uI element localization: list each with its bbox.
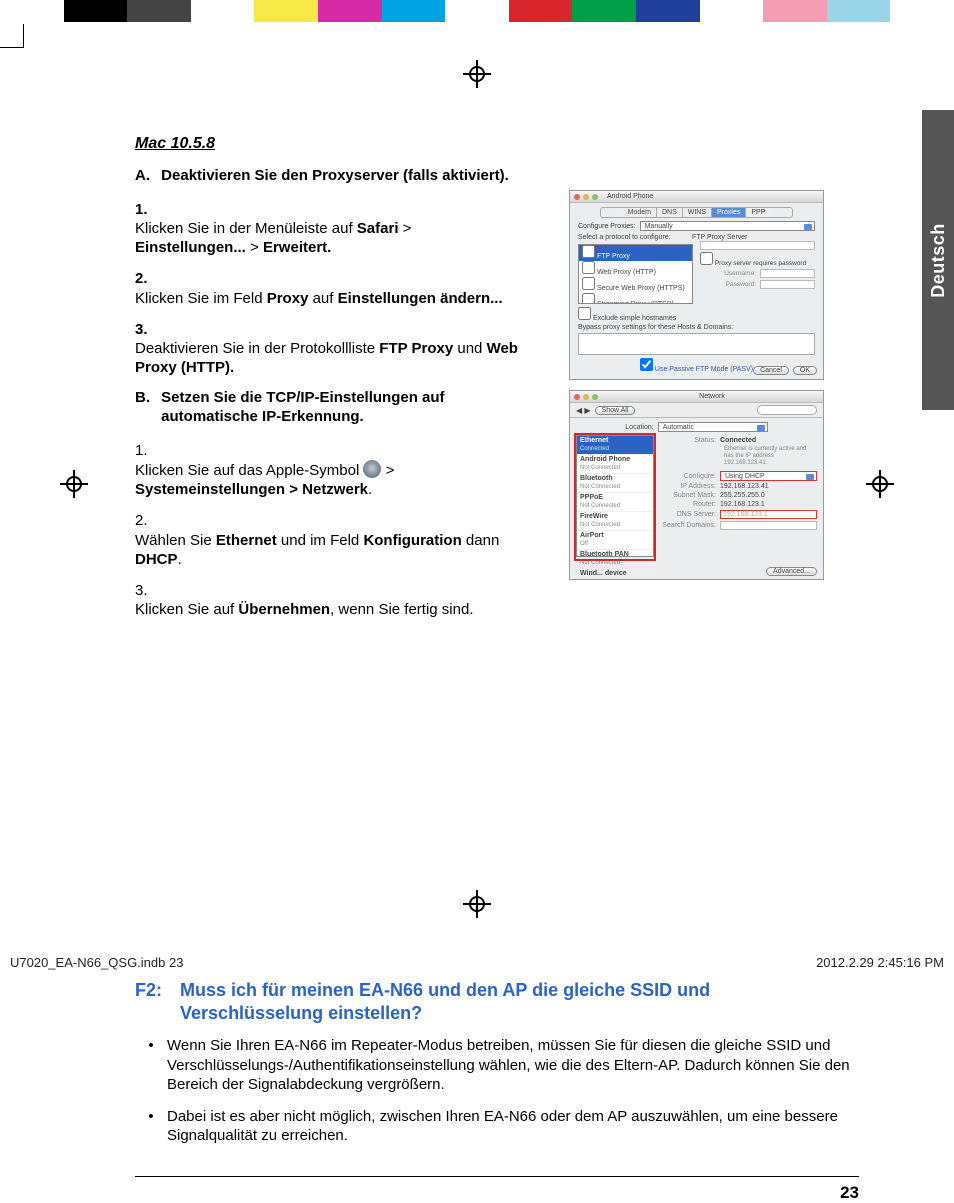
list-a-item-1: 1. Klicken Sie in der Menüleiste auf Saf… xyxy=(135,200,545,258)
tab-ppp[interactable]: PPP xyxy=(746,208,770,217)
faq-section: F2: Muss ich für meinen EA-N66 und den A… xyxy=(135,649,859,1146)
step-b-text: Setzen Sie die TCP/IP-Einstellungen auf … xyxy=(161,389,541,427)
footer-rule xyxy=(135,1176,859,1177)
interface-item[interactable]: Wind... deviceNot Connected xyxy=(577,569,653,580)
list-b-item-3: 3. Klicken Sie auf Übernehmen, wenn Sie … xyxy=(135,581,545,619)
close-icon xyxy=(574,394,580,400)
step-a-label: A. xyxy=(135,167,157,186)
configure-proxies-select[interactable]: Manually xyxy=(640,221,815,231)
language-tab: Deutsch xyxy=(922,110,954,410)
interface-item[interactable]: Android PhoneNot Connected xyxy=(577,455,653,474)
zoom-icon xyxy=(592,194,598,200)
proxy-server-input[interactable] xyxy=(700,241,815,250)
password-input[interactable] xyxy=(760,280,815,289)
interface-item[interactable]: Bluetooth PANNot Connected xyxy=(577,550,653,569)
faq-bullet-1: •Wenn Sie Ihren EA-N66 im Repeater-Modus… xyxy=(135,1036,859,1095)
proxy-password-checkbox[interactable] xyxy=(700,252,713,265)
list-b-item-1: 1. Klicken Sie auf das Apple-Symbol > Sy… xyxy=(135,441,545,500)
bypass-textarea[interactable] xyxy=(578,333,815,355)
interface-list[interactable]: EthernetConnectedAndroid PhoneNot Connec… xyxy=(576,435,654,557)
page-body: Mac 10.5.8 A. Deaktivieren Sie den Proxy… xyxy=(135,135,859,828)
search-domains-input[interactable] xyxy=(720,521,817,530)
language-tab-label: Deutsch xyxy=(928,223,949,298)
advanced-button[interactable]: Advanced... xyxy=(766,567,817,576)
dns-input[interactable]: 192.168.123.1 xyxy=(720,510,817,519)
tabs: ModemDNSWINSProxiesPPP xyxy=(600,207,793,218)
print-color-bar xyxy=(0,0,954,22)
username-input[interactable] xyxy=(760,269,815,278)
protocol-item[interactable]: Web Proxy (HTTP) xyxy=(579,261,692,277)
list-b: 1. Klicken Sie auf das Apple-Symbol > Sy… xyxy=(135,441,545,620)
show-all-button[interactable]: Show All xyxy=(595,406,636,415)
faq-bullet-2: •Dabei ist es aber nicht möglich, zwisch… xyxy=(135,1107,859,1146)
interface-item[interactable]: PPPoENot Connected xyxy=(577,493,653,512)
list-a-item-2: 2. Klicken Sie im Feld Proxy auf Einstel… xyxy=(135,269,545,307)
step-b-heading: B. Setzen Sie die TCP/IP-Einstellungen a… xyxy=(135,389,545,427)
list-a: 1. Klicken Sie in der Menüleiste auf Saf… xyxy=(135,200,545,378)
faq-question: F2: Muss ich für meinen EA-N66 und den A… xyxy=(135,979,859,1024)
cancel-button[interactable]: Cancel xyxy=(753,366,789,375)
interface-item[interactable]: EthernetConnected xyxy=(577,436,653,455)
close-icon xyxy=(574,194,580,200)
list-a-item-3: 3. Deaktivieren Sie in der Protokolllist… xyxy=(135,320,545,378)
configure-select[interactable]: Using DHCP xyxy=(720,471,817,481)
pasv-checkbox[interactable] xyxy=(640,358,653,371)
titlebar: Android Phone xyxy=(570,191,823,203)
step-b-label: B. xyxy=(135,389,157,408)
location-select[interactable]: Automatic xyxy=(658,422,768,432)
page-number: 23 xyxy=(135,1183,859,1203)
apple-icon xyxy=(363,460,381,478)
window-title: Android Phone xyxy=(607,193,653,200)
minimize-icon xyxy=(583,394,589,400)
crop-mark xyxy=(0,24,24,48)
window-title: Network xyxy=(699,393,725,400)
interface-item[interactable]: AirPortOff xyxy=(577,531,653,550)
registration-mark-left xyxy=(60,470,88,498)
section-title: Mac 10.5.8 xyxy=(135,135,859,153)
search-input[interactable] xyxy=(757,405,817,415)
exclude-checkbox[interactable] xyxy=(578,307,591,320)
protocol-list[interactable]: FTP Proxy Web Proxy (HTTP) Secure Web Pr… xyxy=(578,244,693,304)
screenshot-proxies: Android Phone ModemDNSWINSProxiesPPP Con… xyxy=(569,190,824,380)
protocol-item[interactable]: Secure Web Proxy (HTTPS) xyxy=(579,277,692,293)
list-b-item-2: 2. Wählen Sie Ethernet und im Feld Konfi… xyxy=(135,511,545,569)
protocol-item[interactable]: FTP Proxy xyxy=(579,245,692,261)
interface-item[interactable]: FireWireNot Connected xyxy=(577,512,653,531)
ok-button[interactable]: OK xyxy=(793,366,817,375)
footer-left: U7020_EA-N66_QSG.indb 23 xyxy=(10,955,183,970)
interface-item[interactable]: BluetoothNot Connected xyxy=(577,474,653,493)
tab-dns[interactable]: DNS xyxy=(657,208,683,217)
registration-mark-right xyxy=(866,470,894,498)
tab-wins[interactable]: WINS xyxy=(683,208,712,217)
tab-modem[interactable]: Modem xyxy=(623,208,657,217)
tab-proxies[interactable]: Proxies xyxy=(712,208,746,217)
registration-mark-top xyxy=(463,60,491,88)
print-footer: U7020_EA-N66_QSG.indb 23 2012.2.29 2:45:… xyxy=(10,955,944,970)
step-a-heading: A. Deaktivieren Sie den Proxyserver (fal… xyxy=(135,167,545,186)
footer-right: 2012.2.29 2:45:16 PM xyxy=(816,955,944,970)
titlebar: Network xyxy=(570,391,823,403)
minimize-icon xyxy=(583,194,589,200)
protocol-item[interactable]: Streaming Proxy (RTSP) xyxy=(579,293,692,304)
zoom-icon xyxy=(592,394,598,400)
step-a-text: Deaktivieren Sie den Proxyserver (falls … xyxy=(161,167,541,186)
screenshot-network: Network ◀ ▶ Show All Location:Automatic … xyxy=(569,390,824,580)
